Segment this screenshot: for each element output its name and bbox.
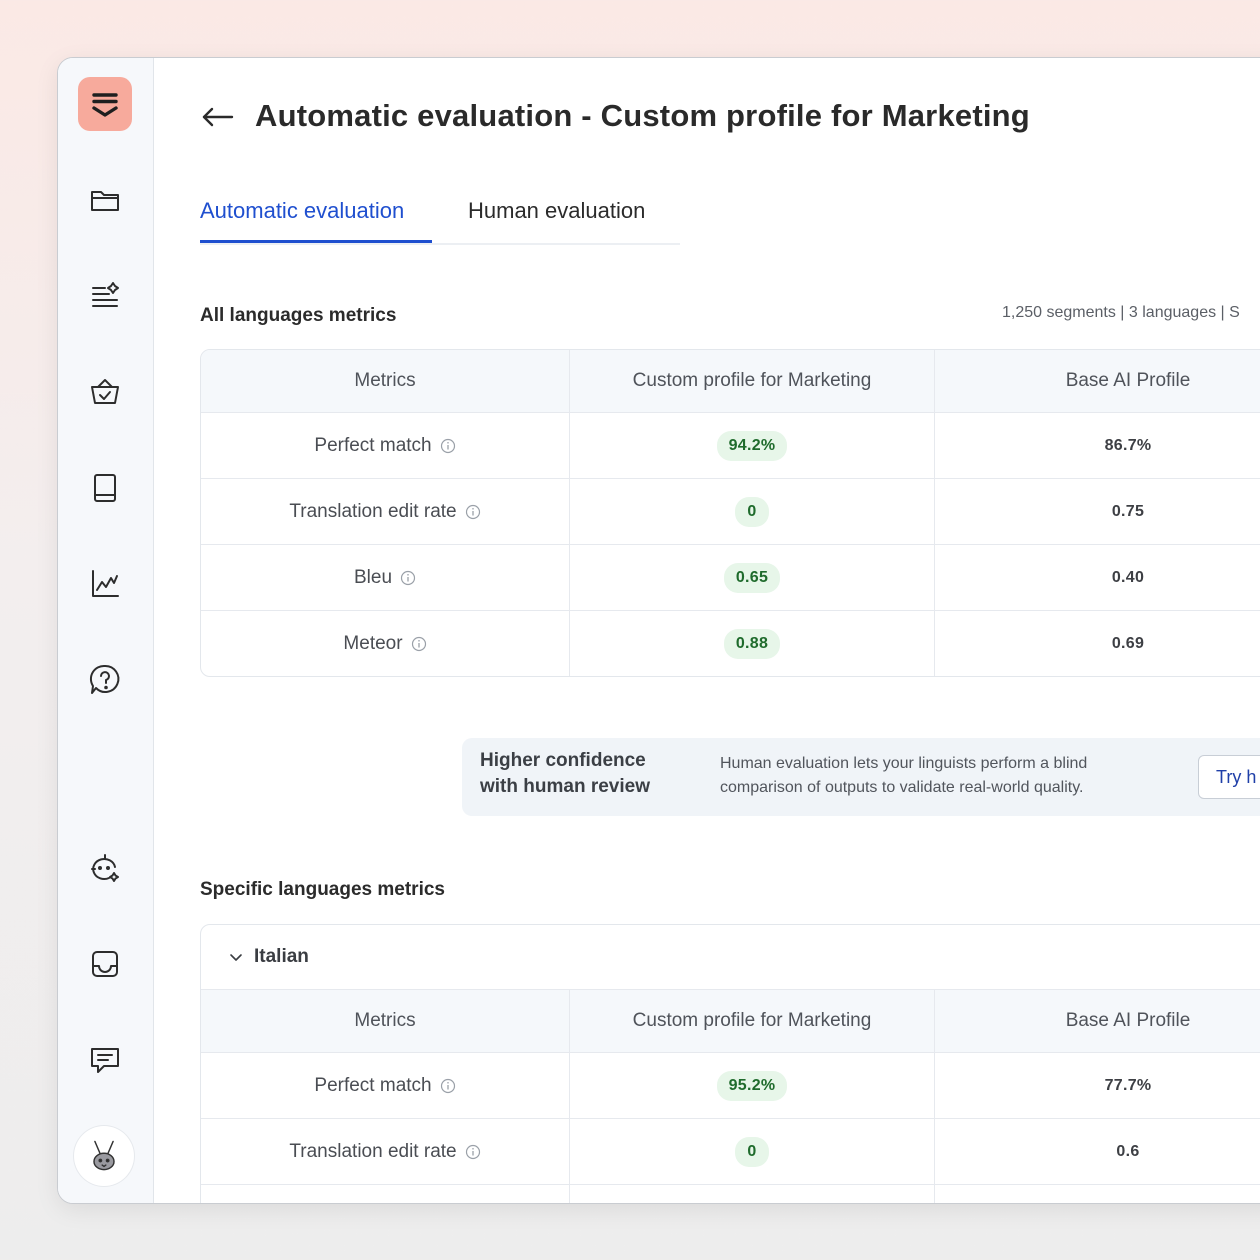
- column-header-custom: Custom profile for Marketing: [570, 990, 935, 1052]
- app-window: Automatic evaluation - Custom profile fo…: [57, 57, 1260, 1204]
- metric-label: Bleu: [353, 566, 393, 588]
- positive-badge: 0: [735, 1136, 769, 1167]
- table-row: Translation edit rate 0 0.75: [201, 478, 1260, 544]
- banner-title: Higher confidence with human review: [480, 750, 650, 797]
- table-row: Bleu 0.65 0.40: [201, 544, 1260, 610]
- metric-label: Translation edit rate: [289, 500, 457, 522]
- italian-metrics-table: Italian Metrics Custom profile for Marke…: [200, 924, 1260, 1203]
- main-content: Automatic evaluation - Custom profile fo…: [154, 58, 1260, 1203]
- back-arrow-icon[interactable]: [200, 98, 236, 134]
- page-title: Automatic evaluation - Custom profile fo…: [255, 98, 1030, 133]
- metric-name-cell: Meteor: [201, 611, 570, 676]
- info-icon[interactable]: [465, 504, 481, 520]
- table-row: Perfect match 95.2% 77.7%: [201, 1052, 1260, 1118]
- page-header: Automatic evaluation - Custom profile fo…: [200, 98, 1030, 134]
- base-value-cell: 0.6: [935, 1119, 1260, 1184]
- custom-value-cell: 0: [570, 479, 935, 544]
- column-header-base: Base AI Profile: [1065, 370, 1191, 391]
- chevron-down-icon[interactable]: [228, 949, 244, 965]
- tab-bar: Automatic evaluation Human evaluation: [200, 193, 680, 245]
- table-row: Meteor 0.88 0.69: [201, 610, 1260, 676]
- metric-name-cell: [201, 1185, 570, 1203]
- metric-label: Perfect match: [314, 434, 432, 456]
- chat-icon[interactable]: [78, 1033, 132, 1087]
- inbox-icon[interactable]: [78, 937, 132, 991]
- custom-value-cell: 95.2%: [570, 1053, 935, 1118]
- basket-check-icon[interactable]: [78, 365, 132, 419]
- custom-value-cell: 0.65: [570, 545, 935, 610]
- metric-label: Meteor: [343, 632, 403, 654]
- table-row: Perfect match 94.2% 86.7%: [201, 412, 1260, 478]
- positive-badge: 95.2%: [716, 1070, 788, 1101]
- chart-line-icon[interactable]: [78, 557, 132, 611]
- table-row: [201, 1184, 1260, 1203]
- list-sparkle-icon[interactable]: [78, 269, 132, 323]
- positive-badge: 0.88: [723, 628, 781, 659]
- tab-automatic-evaluation[interactable]: Automatic evaluation: [200, 193, 432, 243]
- base-value: 0.40: [1111, 568, 1145, 586]
- metric-name-cell: Translation edit rate: [201, 1119, 570, 1184]
- base-value: 86.7%: [1104, 436, 1152, 454]
- positive-badge: 0.65: [723, 562, 781, 593]
- book-icon[interactable]: [78, 461, 132, 515]
- info-icon[interactable]: [411, 636, 427, 652]
- logo-icon[interactable]: [78, 77, 132, 131]
- info-icon[interactable]: [465, 1144, 481, 1160]
- specific-languages-title: Specific languages metrics: [200, 879, 445, 900]
- tab-human-evaluation[interactable]: Human evaluation: [468, 193, 645, 243]
- info-icon[interactable]: [440, 1078, 456, 1094]
- custom-value-cell: 94.2%: [570, 413, 935, 478]
- info-icon[interactable]: [440, 438, 456, 454]
- base-value: 0.69: [1111, 634, 1145, 652]
- custom-value-cell: [570, 1185, 935, 1203]
- positive-badge: 0: [735, 496, 769, 527]
- custom-value-cell: 0.88: [570, 611, 935, 676]
- all-languages-title: All languages metrics: [200, 305, 397, 326]
- ai-face-icon[interactable]: [78, 841, 132, 895]
- table-row: Translation edit rate 0 0.6: [201, 1118, 1260, 1184]
- banner-text: Human evaluation lets your linguists per…: [720, 755, 1088, 796]
- info-icon[interactable]: [400, 570, 416, 586]
- language-accordion-header[interactable]: Italian: [201, 925, 1260, 990]
- folder-icon[interactable]: [78, 173, 132, 227]
- column-header-metrics: Metrics: [201, 350, 570, 412]
- base-value: 0.75: [1111, 502, 1145, 520]
- table-header-row: Metrics Custom profile for Marketing Bas…: [201, 990, 1260, 1052]
- metric-name-cell: Translation edit rate: [201, 479, 570, 544]
- rabbit-avatar[interactable]: [74, 1126, 134, 1186]
- metric-label: Translation edit rate: [289, 1140, 457, 1162]
- language-name: Italian: [254, 946, 309, 967]
- sidebar: [58, 58, 154, 1203]
- base-value: 77.7%: [1104, 1076, 1152, 1094]
- base-value-cell: 0.40: [935, 545, 1260, 610]
- column-header-custom: Custom profile for Marketing: [570, 350, 935, 412]
- metric-name-cell: Perfect match: [201, 413, 570, 478]
- column-header-base: Base AI Profile: [1065, 1010, 1191, 1031]
- column-header-metrics: Metrics: [201, 990, 570, 1052]
- try-human-evaluation-button[interactable]: Try h: [1198, 755, 1260, 799]
- base-value-cell: [935, 1185, 1260, 1203]
- base-value-cell: 77.7%: [935, 1053, 1260, 1118]
- base-value-cell: 86.7%: [935, 413, 1260, 478]
- help-icon[interactable]: [78, 653, 132, 707]
- base-value: 0.6: [1116, 1142, 1140, 1160]
- metric-label: Perfect match: [314, 1074, 432, 1096]
- metric-name-cell: Bleu: [201, 545, 570, 610]
- human-review-banner: Higher confidence with human review Huma…: [462, 738, 1260, 816]
- all-languages-table: Metrics Custom profile for Marketing Bas…: [200, 349, 1260, 677]
- table-header-row: Metrics Custom profile for Marketing Bas…: [201, 350, 1260, 412]
- summary-stats: 1,250 segments | 3 languages | S: [1002, 304, 1240, 321]
- positive-badge: 94.2%: [716, 430, 788, 461]
- base-value-cell: 0.75: [935, 479, 1260, 544]
- base-value-cell: 0.69: [935, 611, 1260, 676]
- metric-name-cell: Perfect match: [201, 1053, 570, 1118]
- custom-value-cell: 0: [570, 1119, 935, 1184]
